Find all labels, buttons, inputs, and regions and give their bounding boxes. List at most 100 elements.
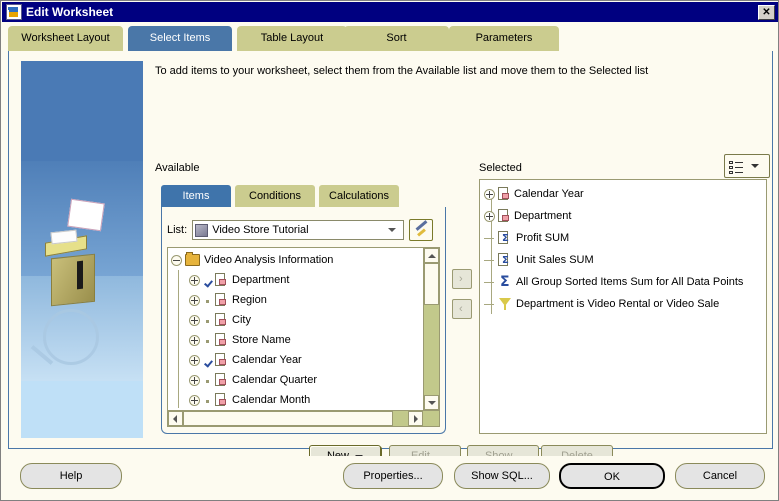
- arrow-left-icon: ‹: [459, 303, 463, 315]
- unchecked-icon: [203, 294, 214, 307]
- tree-row[interactable]: Store Name: [170, 330, 423, 350]
- sigma-icon: [498, 231, 513, 245]
- ok-button[interactable]: OK: [559, 463, 665, 489]
- selected-item-label: Calendar Year: [514, 188, 584, 200]
- list-label: List:: [167, 224, 188, 236]
- subtab-calculations[interactable]: Calculations: [319, 185, 399, 207]
- tab-table-layout[interactable]: Table Layout: [237, 26, 347, 51]
- expander-plus-icon[interactable]: [188, 314, 201, 327]
- list-item[interactable]: Profit SUM: [483, 227, 766, 249]
- expander-plus-icon[interactable]: [188, 274, 201, 287]
- chevron-down-icon: [388, 228, 397, 232]
- tree-row[interactable]: Region: [170, 290, 423, 310]
- page-icon: [498, 187, 511, 201]
- cancel-button[interactable]: Cancel: [675, 463, 765, 489]
- paper-sheet-icon: [67, 198, 105, 232]
- move-left-button[interactable]: ‹: [452, 299, 472, 319]
- close-icon[interactable]: ✕: [758, 4, 775, 20]
- expander-minus-icon[interactable]: [170, 254, 183, 267]
- illustration-sky: [21, 61, 143, 171]
- tree-row[interactable]: Department: [170, 270, 423, 290]
- tree-row[interactable]: Calendar Year: [170, 350, 423, 370]
- tree-item-label: Calendar Year: [232, 354, 302, 366]
- sigma-icon: [498, 253, 513, 267]
- scroll-left-icon[interactable]: [168, 411, 183, 426]
- tree-item-label: Region: [232, 294, 267, 306]
- list-view-toggle-button[interactable]: [724, 154, 770, 178]
- database-icon: [195, 223, 209, 237]
- selected-item-label: All Group Sorted Items Sum for All Data …: [516, 276, 744, 288]
- list-combobox[interactable]: Video Store Tutorial: [192, 220, 405, 240]
- wand-icon-button[interactable]: [409, 219, 434, 241]
- selected-items-list[interactable]: Calendar Year Department Profit SUM Unit…: [479, 179, 767, 434]
- tree-row[interactable]: Calendar Month: [170, 390, 423, 410]
- unchecked-icon: [203, 374, 214, 387]
- expander-plus-icon[interactable]: [483, 188, 496, 201]
- expander-plus-icon[interactable]: [188, 334, 201, 347]
- help-button[interactable]: Help: [20, 463, 122, 489]
- tab-select-items[interactable]: Select Items: [128, 26, 232, 51]
- subtab-conditions[interactable]: Conditions: [235, 185, 315, 207]
- unchecked-icon: [203, 394, 214, 407]
- expander-plus-icon[interactable]: [188, 394, 201, 407]
- page-icon: [215, 393, 228, 407]
- list-item[interactable]: Department: [483, 205, 766, 227]
- page-icon: [215, 333, 228, 347]
- expander-plus-icon[interactable]: [188, 374, 201, 387]
- tree-item-label: Video Analysis Information: [204, 254, 334, 266]
- tree-vertical-scrollbar[interactable]: [423, 248, 439, 410]
- tree-leaf-connector: [483, 276, 496, 289]
- decorative-illustration: [21, 61, 143, 438]
- unchecked-icon: [203, 314, 214, 327]
- select-items-panel: To add items to your worksheet, select t…: [8, 51, 773, 495]
- illustration-bottom: [21, 381, 143, 438]
- show-sql-button[interactable]: Show SQL...: [454, 463, 550, 489]
- tree-item-label: Calendar Month: [232, 394, 311, 406]
- properties-button[interactable]: Properties...: [343, 463, 443, 489]
- list-item[interactable]: Unit Sales SUM: [483, 249, 766, 271]
- page-icon: [215, 353, 228, 367]
- expander-plus-icon[interactable]: [188, 354, 201, 367]
- page-icon: [215, 273, 228, 287]
- worksheet-icon: [6, 4, 22, 20]
- tree-row[interactable]: City: [170, 310, 423, 330]
- tree-row[interactable]: Calendar Quarter: [170, 370, 423, 390]
- tree-row[interactable]: Video Analysis Information: [170, 250, 423, 270]
- window-title: Edit Worksheet: [26, 5, 114, 19]
- tab-sort[interactable]: Sort: [344, 26, 449, 51]
- list-selector-row: List: Video Store Tutorial: [167, 218, 442, 242]
- list-item[interactable]: Calendar Year: [483, 183, 766, 205]
- scroll-up-icon[interactable]: [424, 248, 439, 263]
- magnifier-icon: [43, 309, 99, 365]
- tree-item-label: Store Name: [232, 334, 291, 346]
- scroll-down-icon[interactable]: [424, 395, 439, 410]
- tab-worksheet-layout[interactable]: Worksheet Layout: [8, 26, 123, 51]
- move-right-button[interactable]: ›: [452, 269, 472, 289]
- page-icon: [215, 313, 228, 327]
- expander-plus-icon[interactable]: [483, 210, 496, 223]
- tree-content: Video Analysis Information Department Re…: [168, 248, 423, 410]
- vertical-scroll-thumb[interactable]: [424, 263, 439, 305]
- box-icon: [51, 253, 95, 307]
- horizontal-scroll-thumb[interactable]: [183, 411, 393, 426]
- tree-horizontal-scrollbar[interactable]: [168, 410, 439, 426]
- checkmark-icon: [203, 274, 214, 287]
- tab-parameters[interactable]: Parameters: [449, 26, 559, 51]
- list-view-icon: [729, 160, 743, 174]
- unchecked-icon: [203, 334, 214, 347]
- scroll-right-icon[interactable]: [408, 411, 423, 426]
- available-items-tree[interactable]: Video Analysis Information Department Re…: [167, 247, 440, 427]
- checkmark-icon: [203, 354, 214, 367]
- selected-item-label: Department is Video Rental or Video Sale: [516, 298, 720, 310]
- selected-item-label: Unit Sales SUM: [516, 254, 594, 266]
- selected-item-label: Profit SUM: [516, 232, 570, 244]
- tab-strip: Worksheet Layout Select Items Table Layo…: [8, 26, 773, 52]
- list-item[interactable]: Department is Video Rental or Video Sale: [483, 293, 766, 315]
- funnel-icon: [498, 297, 513, 311]
- group-sort-icon: [498, 275, 513, 289]
- tree-leaf-connector: [483, 298, 496, 311]
- expander-plus-icon[interactable]: [188, 294, 201, 307]
- title-bar: Edit Worksheet ✕: [2, 2, 778, 22]
- subtab-items[interactable]: Items: [161, 185, 231, 207]
- list-item[interactable]: All Group Sorted Items Sum for All Data …: [483, 271, 766, 293]
